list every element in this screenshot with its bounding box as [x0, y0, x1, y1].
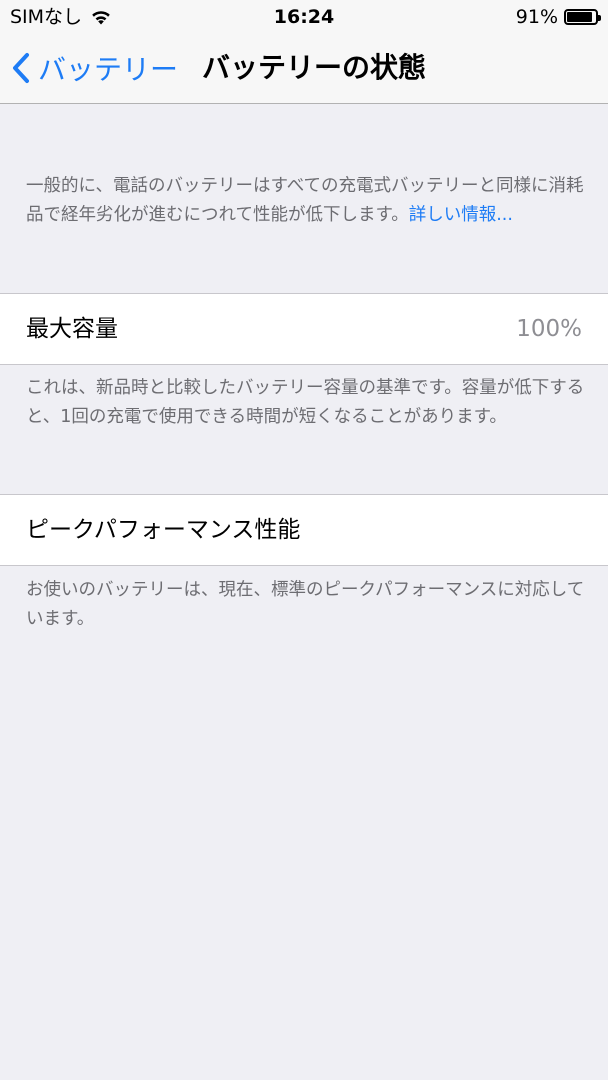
intro-description: 一般的に、電話のバッテリーはすべての充電式バッテリーと同様に消耗品で経年劣化が進… [26, 172, 586, 230]
peak-performance-cell: ピークパフォーマンス性能 [0, 494, 608, 566]
max-capacity-cell: 最大容量 100% [0, 293, 608, 365]
back-button[interactable]: バッテリー [12, 34, 178, 102]
peak-performance-label: ピークパフォーマンス性能 [26, 517, 301, 543]
battery-cap [598, 15, 601, 21]
max-capacity-value: 100% [516, 316, 582, 342]
chevron-left-icon [13, 53, 29, 83]
navigation-bar: バッテリー バッテリーの状態 [0, 34, 608, 104]
battery-fill [567, 12, 593, 22]
battery-percent: 91% [515, 6, 558, 28]
battery-icon [564, 9, 601, 25]
page-title: バッテリーの状態 [202, 51, 427, 84]
status-bar: SIMなし 16:24 91% [0, 0, 608, 34]
max-capacity-label: 最大容量 [26, 316, 118, 342]
more-info-link[interactable]: 詳しい情報... [409, 205, 513, 225]
max-capacity-description: これは、新品時と比較したバッテリー容量の基準です。容量が低下すると、1回の充電で… [26, 378, 585, 427]
peak-performance-description: お使いのバッテリーは、現在、標準のピークパフォーマンスに対応しています。 [26, 580, 585, 629]
back-label: バッテリー [38, 53, 179, 86]
status-right: 91% [515, 5, 601, 29]
